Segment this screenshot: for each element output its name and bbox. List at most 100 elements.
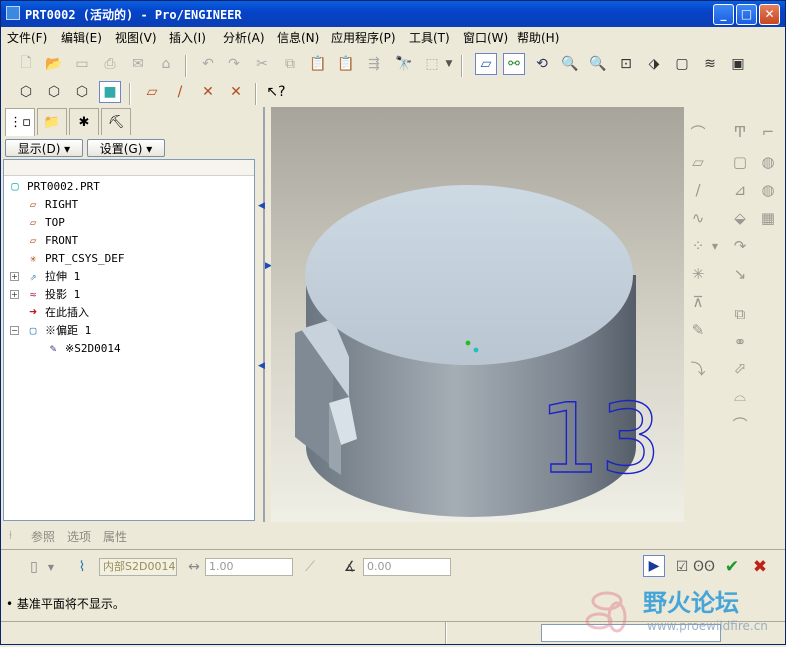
sketch-field[interactable]: 内部S2D0014 bbox=[99, 558, 177, 576]
angle-input[interactable]: 0.00 bbox=[363, 558, 451, 576]
zoom-in-icon[interactable]: 🔍 bbox=[559, 53, 581, 75]
menu-view[interactable]: 视图(V) bbox=[115, 29, 157, 46]
collapse-arrow-icon[interactable]: ◀ bbox=[258, 361, 265, 371]
shading-icon[interactable]: ■ bbox=[99, 81, 121, 103]
axis-tool-icon[interactable]: / bbox=[687, 179, 709, 201]
expand-toggle[interactable]: + bbox=[10, 290, 19, 299]
context-help-icon[interactable]: ↖? bbox=[265, 81, 287, 103]
collapse-toggle[interactable]: − bbox=[10, 326, 19, 335]
menu-applications[interactable]: 应用程序(P) bbox=[331, 29, 396, 46]
find-icon[interactable]: 🔭 bbox=[393, 53, 415, 75]
curve-tool-icon[interactable]: ∿ bbox=[687, 207, 709, 229]
paste-special-icon[interactable]: 📋 bbox=[335, 53, 357, 75]
revolve-tool-icon[interactable]: ↷ bbox=[729, 235, 751, 257]
analysis-tool-icon[interactable]: ⊼ bbox=[687, 291, 709, 313]
print-icon[interactable]: ⎙ bbox=[99, 53, 121, 75]
cancel-x-icon[interactable]: ✖ bbox=[749, 556, 771, 578]
minimize-button[interactable]: _ bbox=[713, 4, 734, 25]
chamfer-icon[interactable]: ◍ bbox=[757, 179, 779, 201]
send-icon[interactable]: ⌂ bbox=[155, 53, 177, 75]
sweep-tool-icon[interactable]: ↘ bbox=[729, 263, 751, 285]
flip-direction-icon[interactable]: ⟋ bbox=[299, 556, 321, 578]
merge-icon[interactable]: ⚭ bbox=[729, 331, 751, 353]
selection-box-icon[interactable]: ⬚ bbox=[421, 53, 443, 75]
preview-glasses-icon[interactable]: ʘʘ bbox=[693, 556, 715, 578]
new-file-icon[interactable]: 🗋 bbox=[15, 53, 37, 75]
menu-file[interactable]: 文件(F) bbox=[7, 29, 47, 46]
zoom-out-icon[interactable]: 🔍 bbox=[587, 53, 609, 75]
rib-icon[interactable]: ⊿ bbox=[729, 179, 751, 201]
trim-icon[interactable]: ⬀ bbox=[729, 357, 751, 379]
datum-plane-toggle-icon[interactable]: ▱ bbox=[475, 53, 497, 75]
distance-input[interactable]: 1.00 bbox=[205, 558, 293, 576]
tree-item-part[interactable]: ▢ PRT0002.PRT bbox=[7, 177, 99, 195]
tree-item-extrude[interactable]: ⇗ 拉伸 1 bbox=[25, 267, 81, 285]
tab-references[interactable]: 参照 bbox=[31, 528, 55, 545]
tab-properties[interactable]: 属性 bbox=[103, 528, 127, 545]
datum-points-display-icon[interactable]: ✕ bbox=[197, 81, 219, 103]
tree-item-projection[interactable]: ≈ 投影 1 bbox=[25, 285, 81, 303]
open-file-icon[interactable]: 📂 bbox=[43, 53, 65, 75]
menu-help[interactable]: 帮助(H) bbox=[517, 29, 559, 46]
maximize-button[interactable]: □ bbox=[736, 4, 757, 25]
menu-tools[interactable]: 工具(T) bbox=[409, 29, 450, 46]
tree-item-right[interactable]: ▱ RIGHT bbox=[25, 195, 78, 213]
datum-planes-display-icon[interactable]: ▱ bbox=[141, 81, 163, 103]
pause-resume-icon[interactable]: ▶ bbox=[643, 555, 665, 577]
point-tool-icon[interactable]: ⁘ bbox=[687, 235, 709, 257]
layers-icon[interactable]: ≋ bbox=[699, 53, 721, 75]
tree-item-offset[interactable]: ▢ ※偏距 1 bbox=[25, 321, 92, 339]
chevron-down-icon[interactable]: ▼ bbox=[709, 235, 721, 257]
datum-axes-display-icon[interactable]: / bbox=[169, 81, 191, 103]
menu-analysis[interactable]: 分析(A) bbox=[223, 29, 265, 46]
tree-item-csys[interactable]: ✳ PRT_CSYS_DEF bbox=[25, 249, 125, 267]
tree-item-insert-here[interactable]: ➜ 在此插入 bbox=[25, 303, 89, 321]
tab-folder-browser[interactable]: 📁 bbox=[37, 108, 67, 135]
email-icon[interactable]: ✉ bbox=[127, 53, 149, 75]
copy-icon[interactable]: ⧉ bbox=[279, 53, 301, 75]
draft-icon[interactable]: ◍ bbox=[757, 151, 779, 173]
copy-feature-icon[interactable]: ⧉ bbox=[729, 303, 751, 325]
fit-view-icon[interactable]: ⊡ bbox=[615, 53, 637, 75]
expand-toggle[interactable]: + bbox=[10, 272, 19, 281]
hidden-line-icon[interactable]: ⬡ bbox=[43, 81, 65, 103]
chevron-down-icon[interactable]: ▼ bbox=[45, 556, 57, 578]
wireframe-icon[interactable]: ⬡ bbox=[15, 81, 37, 103]
chevron-down-icon[interactable]: ▼ bbox=[443, 53, 455, 75]
graphics-window[interactable]: 13 bbox=[271, 107, 684, 522]
extrude-tool-icon[interactable]: ⬙ bbox=[729, 207, 751, 229]
sketch-reference-icon[interactable]: ⌇ bbox=[71, 556, 93, 578]
tab-connections[interactable]: ⛏ bbox=[101, 108, 131, 135]
tab-model-tree[interactable]: ⋮▫ bbox=[5, 108, 35, 136]
shell-icon[interactable]: ▢ bbox=[729, 151, 751, 173]
save-icon[interactable]: ▭ bbox=[71, 53, 93, 75]
hole-icon[interactable]: Ͳ bbox=[729, 121, 751, 143]
pattern-icon[interactable]: ▦ bbox=[757, 207, 779, 229]
round-icon[interactable]: ⌐ bbox=[757, 121, 779, 143]
menu-edit[interactable]: 编辑(E) bbox=[61, 29, 102, 46]
menu-insert[interactable]: 插入(I) bbox=[169, 29, 206, 46]
preview-check-icon[interactable]: ☑ bbox=[671, 556, 693, 578]
no-hidden-icon[interactable]: ⬡ bbox=[71, 81, 93, 103]
undo-icon[interactable]: ↶ bbox=[197, 53, 219, 75]
datum-axis-toggle-icon[interactable]: ⚯ bbox=[503, 53, 525, 75]
repaint-icon[interactable]: ⟲ bbox=[531, 53, 553, 75]
menu-info[interactable]: 信息(N) bbox=[277, 29, 319, 46]
sketch-tool-icon[interactable]: ✎ bbox=[687, 319, 709, 341]
offset-tool-icon[interactable]: ⌓ bbox=[729, 385, 751, 407]
display-button[interactable]: 显示(D) ▾ bbox=[5, 139, 83, 157]
plane-tool-icon[interactable]: ▱ bbox=[687, 151, 709, 173]
redo-icon[interactable]: ↷ bbox=[223, 53, 245, 75]
menu-window[interactable]: 窗口(W) bbox=[463, 29, 508, 46]
offset-type-icon[interactable]: ▯ bbox=[23, 556, 45, 578]
tree-item-top[interactable]: ▱ TOP bbox=[25, 213, 65, 231]
panel-sash[interactable]: ◀ ◀ ▶ bbox=[258, 107, 272, 522]
tree-item-front[interactable]: ▱ FRONT bbox=[25, 231, 78, 249]
sketched-datum-icon[interactable]: ⤵ bbox=[687, 357, 709, 379]
datum-on-off-icon[interactable]: ⌒ bbox=[687, 121, 709, 143]
apply-check-icon[interactable]: ✔ bbox=[721, 556, 743, 578]
csys-tool-icon[interactable]: ✳ bbox=[687, 263, 709, 285]
tab-options[interactable]: 选项 bbox=[67, 528, 91, 545]
tree-item-sketch[interactable]: ✎ ※S2D0014 bbox=[45, 339, 121, 357]
thicken-icon[interactable]: ⌒ bbox=[729, 413, 751, 435]
